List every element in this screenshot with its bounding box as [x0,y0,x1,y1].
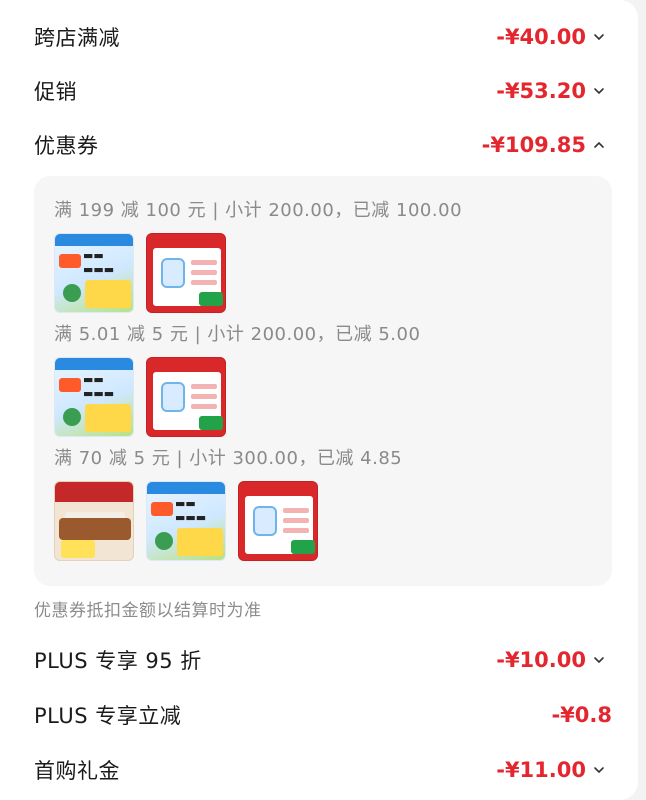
coupon-product-list: ▬▬ ▬▬▬ [54,481,318,561]
coupon-product-list: ▬▬ ▬▬▬ [54,357,226,437]
coupon-rule: 满 199 减 100 元 | 小计 200.00，已减 100.00 [54,200,463,221]
cross-store-discount-amount: -¥40.00 [496,25,586,49]
chevron-up-icon[interactable] [592,138,606,152]
chevron-down-icon[interactable] [592,30,606,44]
coupon-note: 优惠券抵扣金额以结算时为准 [34,601,262,621]
promotion-amount: -¥53.20 [496,79,586,103]
coupon-rule: 满 70 减 5 元 | 小计 300.00，已减 4.85 [54,448,403,469]
plus-instant-discount-amount: -¥0.8 [551,703,612,727]
plus-instant-discount-row: PLUS 专享立减 -¥0.8 [0,690,638,740]
first-purchase-gift-amount: -¥11.00 [496,758,586,782]
plus-instant-discount-label: PLUS 专享立减 [34,704,182,728]
coupon-amount: -¥109.85 [481,133,586,157]
cold-medicine-product-image[interactable]: ▬▬ ▬▬▬ [54,233,134,313]
plus-95-discount-label: PLUS 专享 95 折 [34,649,202,673]
coupon-row[interactable]: 优惠券 -¥109.85 [0,120,638,170]
first-purchase-gift-row[interactable]: 首购礼金 -¥11.00 [0,745,638,795]
childrens-medicine-product-image[interactable] [238,481,318,561]
cold-medicine-product-image[interactable]: ▬▬ ▬▬▬ [146,481,226,561]
cross-store-discount-row[interactable]: 跨店满减 -¥40.00 [0,12,638,62]
sofa-product-image[interactable] [54,481,134,561]
childrens-medicine-product-image[interactable] [146,233,226,313]
cold-medicine-product-image[interactable]: ▬▬ ▬▬▬ [54,357,134,437]
chevron-down-icon[interactable] [592,763,606,777]
plus-95-discount-row[interactable]: PLUS 专享 95 折 -¥10.00 [0,635,638,685]
discount-detail-panel: 跨店满减 -¥40.00 促销 -¥53.20 优惠券 -¥109.85 满 1 [0,0,638,800]
coupon-detail-box: 满 199 减 100 元 | 小计 200.00，已减 100.00 ▬▬ ▬▬… [34,176,612,586]
chevron-down-icon[interactable] [592,653,606,667]
childrens-medicine-product-image[interactable] [146,357,226,437]
cross-store-discount-label: 跨店满减 [34,26,120,50]
first-purchase-gift-label: 首购礼金 [34,759,120,783]
promotion-label: 促销 [34,80,77,104]
coupon-rule: 满 5.01 减 5 元 | 小计 200.00，已减 5.00 [54,324,421,345]
plus-95-discount-amount: -¥10.00 [496,648,586,672]
chevron-down-icon[interactable] [592,84,606,98]
coupon-label: 优惠券 [34,134,99,158]
coupon-product-list: ▬▬ ▬▬▬ [54,233,226,313]
promotion-row[interactable]: 促销 -¥53.20 [0,66,638,116]
